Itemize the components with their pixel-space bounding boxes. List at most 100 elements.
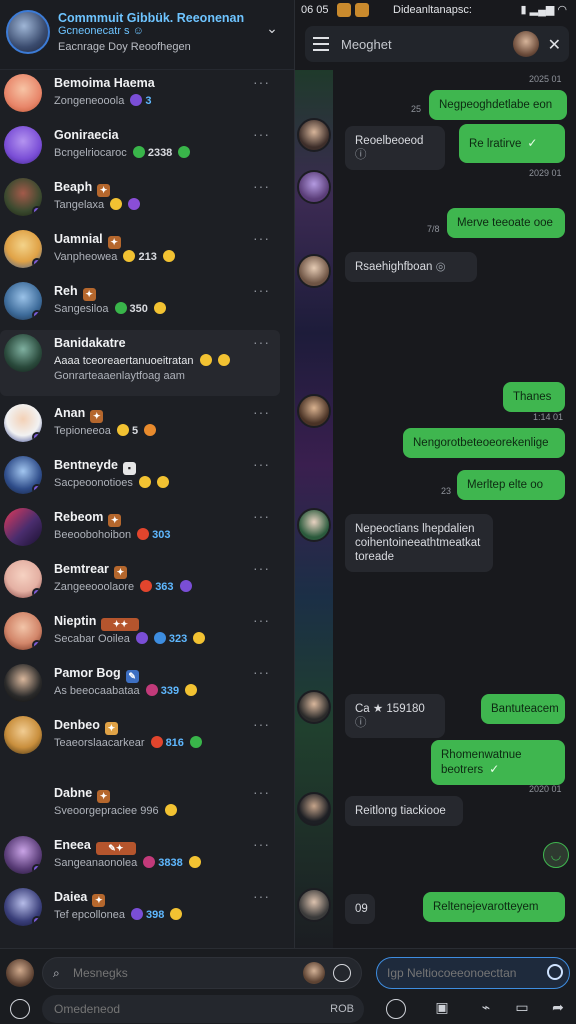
message-bubble-incoming[interactable]: Reoelbeoeod ⓘ [345, 126, 445, 170]
badge-icon: ▪ [122, 462, 136, 475]
message-bubble-outgoing[interactable]: Merltep elte oo [457, 470, 565, 500]
avatar[interactable] [297, 170, 331, 204]
camera-icon[interactable]: ▣ [432, 999, 452, 1019]
avatar[interactable] [303, 962, 325, 984]
list-item[interactable]: Goniraecia Bcngelriocaroc 2338 ··· [0, 122, 280, 174]
chat-preview: Aaaa tceoreaertanuoeitratan [54, 354, 233, 367]
list-item[interactable]: Bentneyde ▪ Sacpeoonotioes ··· [0, 452, 280, 504]
more-options-icon[interactable]: ··· [253, 74, 270, 90]
message-bubble-outgoing[interactable]: Rhomenwatnue beotrers ✓ [431, 740, 565, 785]
list-item[interactable]: Daiea ✦ Tef epcollonea 398 ··· [0, 884, 280, 936]
message-bubble-incoming[interactable]: 09 [345, 894, 375, 924]
chat-name: Anan ✦ [54, 406, 104, 423]
more-options-icon[interactable]: ··· [253, 334, 270, 350]
clock-icon[interactable] [333, 964, 351, 982]
search-input[interactable] [73, 966, 273, 980]
more-options-icon[interactable]: ··· [253, 716, 270, 732]
avatar [4, 836, 42, 874]
more-options-icon[interactable]: ··· [253, 178, 270, 194]
message-bubble-outgoing[interactable]: Merve teeoate ooe [447, 208, 565, 238]
avatar[interactable] [6, 959, 34, 987]
list-item[interactable]: Nieptin ✦✦ Secabar Ooilea 323 ··· [0, 608, 280, 660]
more-options-icon[interactable]: ··· [253, 404, 270, 420]
list-item[interactable]: Reh ✦ Sangesiloa 350 ··· [0, 278, 280, 330]
chat-preview: Sacpeoonotioes [54, 476, 172, 489]
more-options-icon[interactable]: ··· [253, 282, 270, 298]
power-icon[interactable] [10, 999, 30, 1019]
list-item[interactable]: Banidakatre Aaaa tceoreaertanuoeitratan … [0, 330, 280, 396]
avatar[interactable] [513, 31, 539, 57]
compass-icon[interactable] [386, 999, 406, 1019]
community-avatar[interactable] [6, 10, 50, 54]
compose-box[interactable] [376, 957, 570, 989]
list-item[interactable]: Pamor Bog ✎ As beeocaabataa 339 ··· [0, 660, 280, 712]
keyboard-icon[interactable]: ▭ [512, 999, 532, 1019]
chat-name: Dabne ✦ [54, 786, 111, 803]
message-bubble-incoming[interactable]: Nepeoctians lhepdalien coihentoineeathtm… [345, 514, 493, 572]
message-bubble-incoming[interactable]: Ca ★ 159180 ⓘ [345, 694, 445, 738]
more-options-icon[interactable]: ··· [253, 560, 270, 576]
emoji-icon [132, 146, 145, 158]
avatar [4, 230, 42, 268]
message-bubble-incoming[interactable]: Rsaehighfboan ◎ [345, 252, 477, 282]
forward-icon[interactable]: ➦ [548, 999, 568, 1019]
emoji-icon [156, 476, 169, 488]
message-bubble-outgoing[interactable]: Nengorotbeteoeorekenlige [403, 428, 565, 458]
more-options-icon[interactable]: ··· [253, 888, 270, 904]
online-indicator [32, 864, 42, 874]
secondary-input-box[interactable]: ROB [42, 995, 364, 1023]
more-options-icon[interactable]: ··· [253, 126, 270, 142]
list-item[interactable]: Eneea ✎✦ Sangeanaonolea 3838 ··· [0, 832, 280, 884]
avatar[interactable] [297, 792, 331, 826]
list-item[interactable]: Anan ✦ Tepioneeoa 5 ··· [0, 400, 280, 452]
timestamp: 2025 01 [529, 74, 562, 84]
message-bubble-outgoing[interactable]: Bantuteacem [481, 694, 565, 724]
close-icon[interactable]: ✕ [548, 35, 561, 55]
avatar[interactable] [297, 254, 331, 288]
emoji-icon [135, 632, 148, 644]
list-item[interactable]: Uamnial ✦ Vanpheowea 213 ··· [0, 226, 280, 278]
more-options-icon[interactable]: ··· [253, 508, 270, 524]
timestamp: 25 [411, 104, 422, 114]
message-input[interactable] [387, 966, 547, 980]
message-bubble-outgoing[interactable]: Thanes [503, 382, 565, 412]
message-bubble-outgoing[interactable]: Negpeoghdetlabe eon [429, 90, 567, 120]
list-item[interactable]: Bemoima Haema Zongeneooola 3 ··· [0, 70, 280, 122]
secondary-input[interactable] [54, 1002, 294, 1016]
message-bubble-incoming[interactable]: Reitlong tiackiooe [345, 796, 463, 826]
status-carrier: Dideanltanapsc: [393, 4, 472, 16]
attach-icon[interactable]: ⌁ [476, 999, 496, 1019]
more-options-icon[interactable]: ··· [253, 784, 270, 800]
avatar [4, 282, 42, 320]
timestamp: 2020 01 [529, 784, 562, 794]
list-item[interactable]: Denbeo ✦ Teaeorslaacarkear 816 ··· [0, 712, 280, 764]
more-options-icon[interactable]: ··· [253, 456, 270, 472]
emoji-icon [123, 250, 136, 262]
more-options-icon[interactable]: ··· [253, 612, 270, 628]
badge-icon: ✎✦ [95, 842, 136, 855]
badge-icon: ✦ [92, 894, 106, 907]
menu-icon[interactable] [313, 37, 329, 51]
list-item[interactable]: Bemtrear ✦ Zangeeooolaore 363 ··· [0, 556, 280, 608]
list-item[interactable]: Beaph ✦ Tangelaxa ··· [0, 174, 280, 226]
message-bubble-outgoing[interactable]: Reltenejevarotteyem [423, 892, 565, 922]
list-item[interactable]: Rebeom ✦ Beeoobohoibon 303 ··· [0, 504, 280, 556]
more-options-icon[interactable]: ··· [253, 230, 270, 246]
online-indicator [32, 640, 42, 650]
list-item[interactable]: Dabne ✦ Sveoorgepraciee 996 ··· [0, 780, 280, 832]
emoji-icon [144, 424, 157, 436]
community-header[interactable]: Commmuit Gibbük. Reeonenan Gcneonecatr s… [0, 0, 294, 70]
chevron-down-icon[interactable]: ⌄ [264, 20, 280, 36]
avatar[interactable] [297, 508, 331, 542]
more-options-icon[interactable]: ··· [253, 664, 270, 680]
more-options-icon[interactable]: ··· [253, 836, 270, 852]
avatar[interactable] [297, 118, 331, 152]
scroll-down-button[interactable]: ◡ [543, 842, 569, 868]
message-bubble-outgoing[interactable]: Re lratirve ✓ [459, 124, 565, 163]
search-box[interactable]: ⌕ [42, 957, 362, 989]
avatar[interactable] [297, 690, 331, 724]
signal-icon: ▮ ▂▄▆ ◠ [520, 4, 567, 16]
send-icon[interactable] [547, 964, 563, 980]
avatar[interactable] [297, 394, 331, 428]
avatar[interactable] [297, 888, 331, 922]
